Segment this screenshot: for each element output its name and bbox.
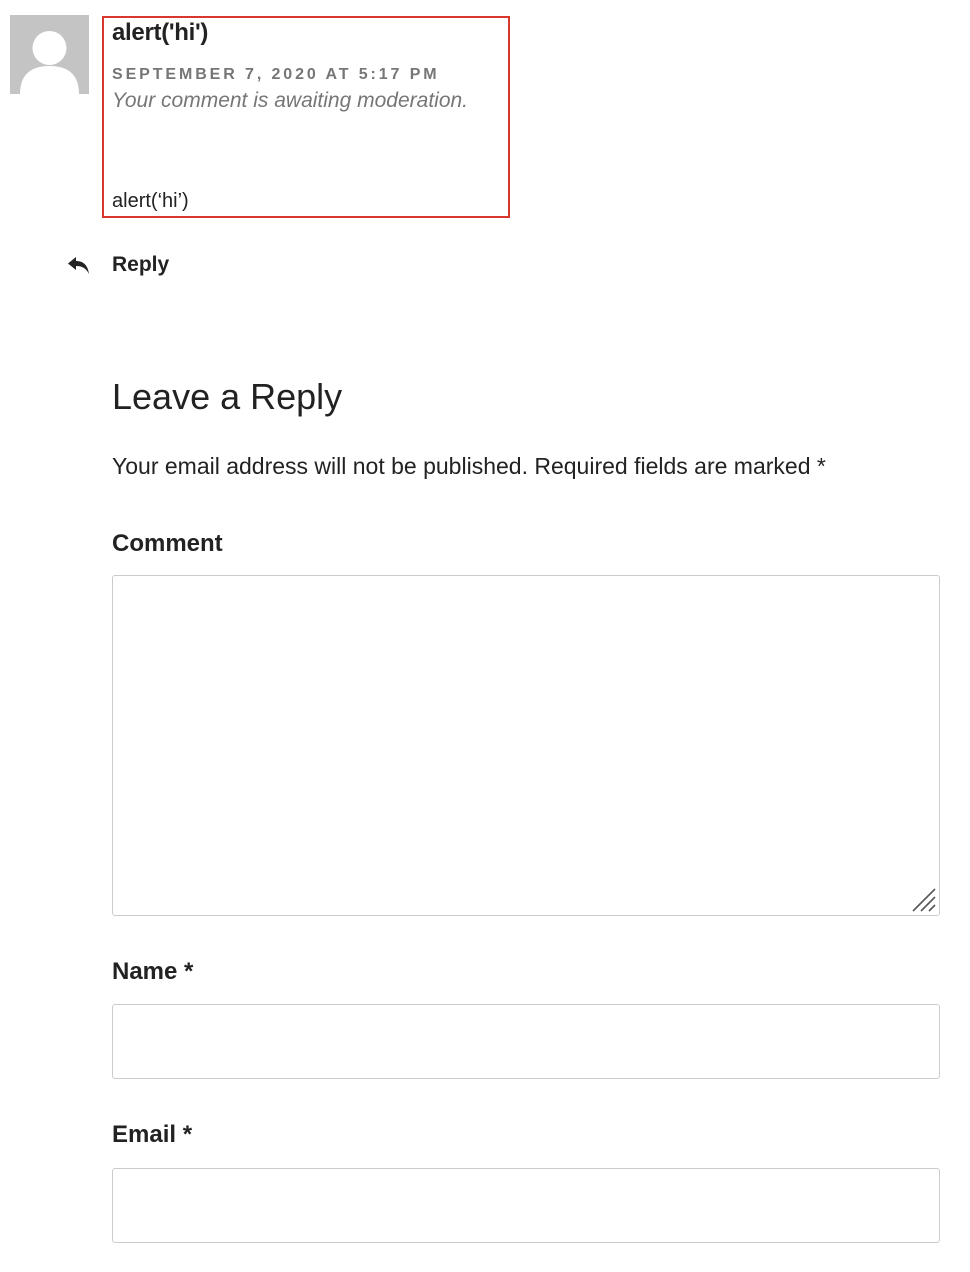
email-label: Email *: [112, 1121, 193, 1148]
reply-label: Reply: [112, 253, 170, 276]
resize-grip-icon[interactable]: [909, 885, 937, 913]
avatar: [10, 15, 89, 94]
comment-author[interactable]: alert('hi'): [112, 19, 208, 47]
moderation-notice: Your comment is awaiting moderation.: [112, 89, 469, 112]
comment-textarea[interactable]: [112, 575, 940, 916]
name-field[interactable]: [112, 1004, 940, 1079]
email-field[interactable]: [112, 1168, 940, 1243]
reply-button[interactable]: Reply: [66, 252, 169, 278]
reply-arrow-icon: [66, 252, 92, 278]
name-label: Name *: [112, 958, 194, 985]
reply-form-title: Leave a Reply: [112, 376, 343, 417]
comment-content: alert(‘hi’): [112, 190, 189, 212]
comment-label: Comment: [112, 530, 223, 557]
comment-date[interactable]: SEPTEMBER 7, 2020 AT 5:17 PM: [112, 66, 440, 84]
default-avatar-icon: [10, 15, 89, 94]
comment-notes: Your email address will not be published…: [112, 453, 826, 479]
